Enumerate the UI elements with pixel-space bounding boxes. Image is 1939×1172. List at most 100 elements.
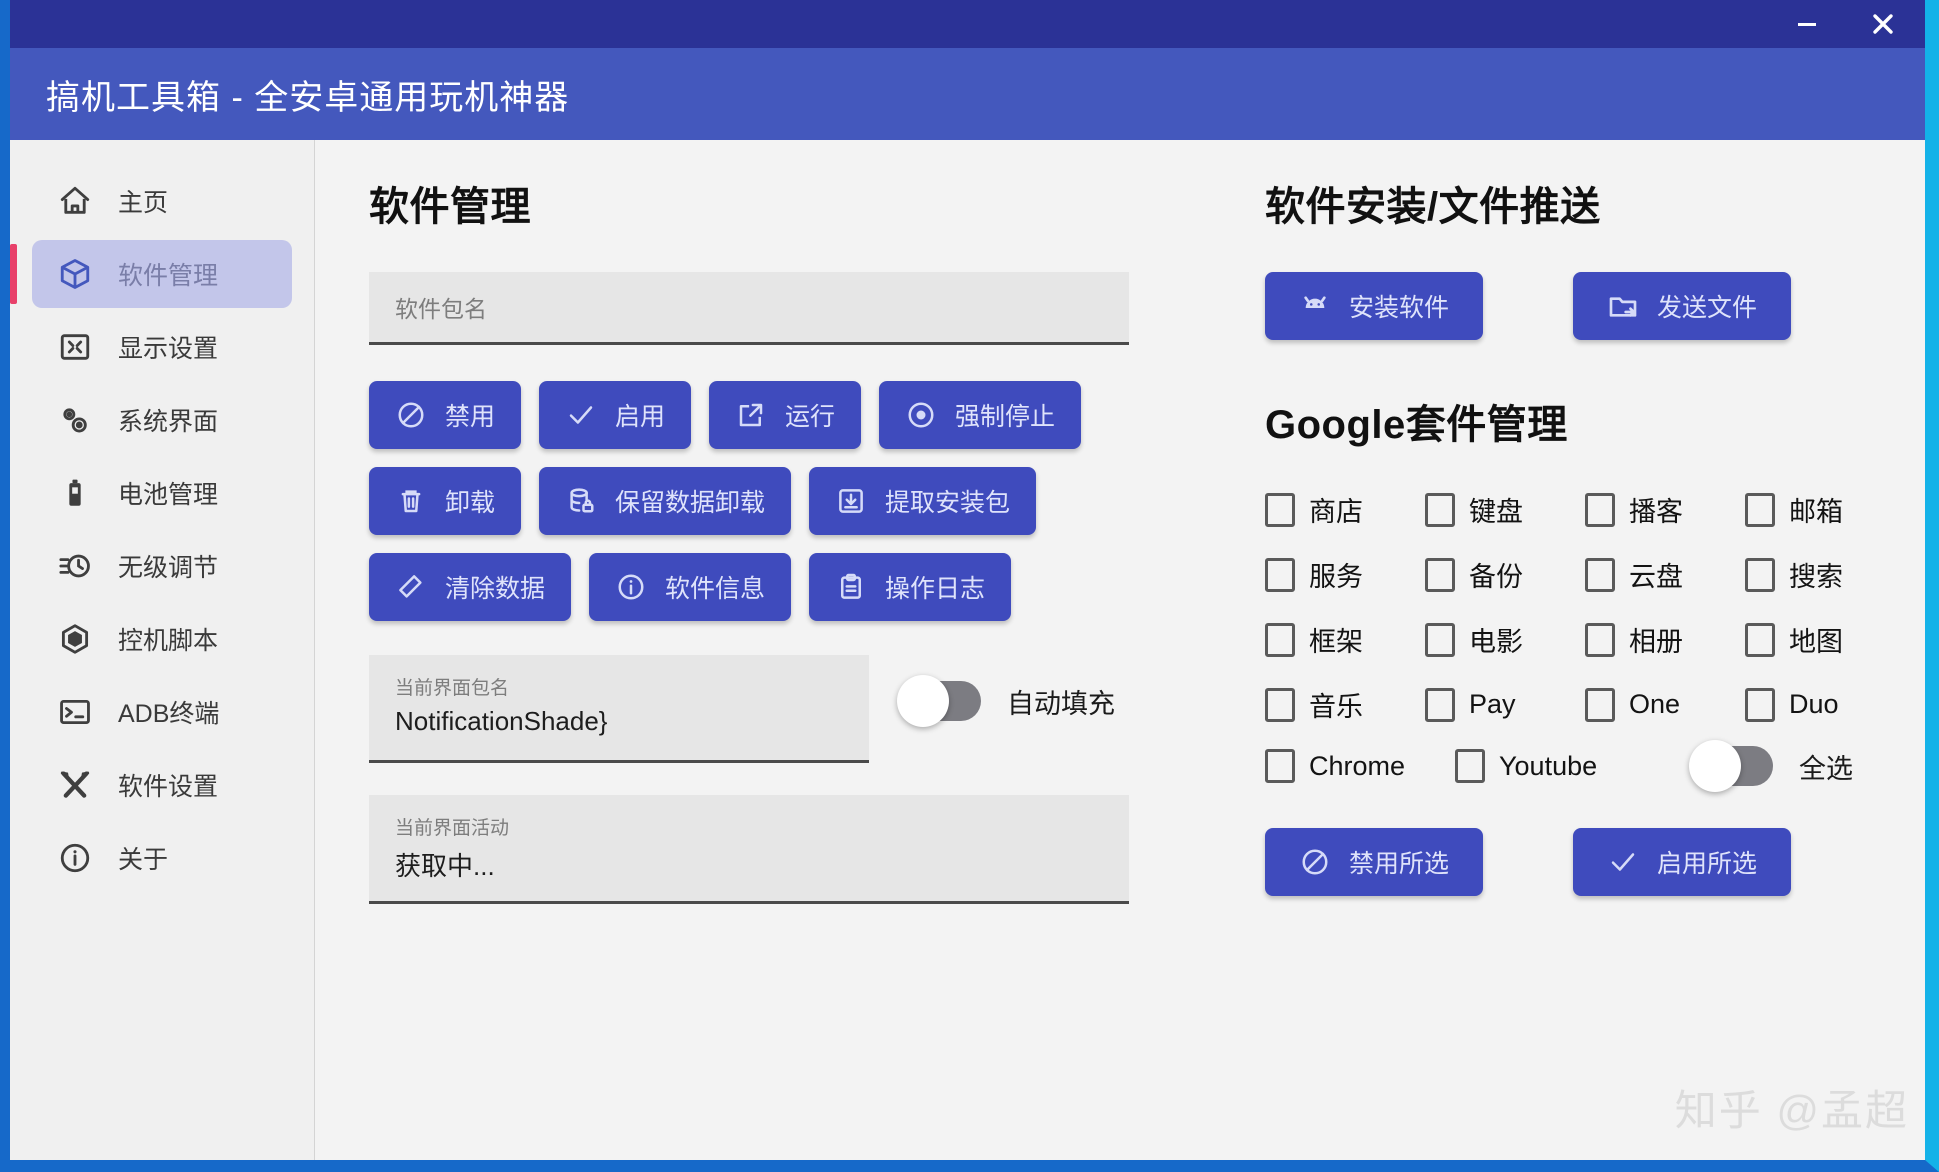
checkbox-label: Chrome <box>1309 750 1406 781</box>
current-activity-field[interactable]: 当前界面活动 获取中... <box>369 795 1129 904</box>
uninstall-button[interactable]: 卸载 <box>369 467 522 535</box>
sidebar-item-app-settings[interactable]: 软件设置 <box>32 751 292 819</box>
app-title: 搞机工具箱 - 全安卓通用玩机神器 <box>46 78 570 117</box>
sidebar-item-battery[interactable]: 电池管理 <box>32 459 292 527</box>
extract-apk-button[interactable]: 提取安装包 <box>809 467 1037 535</box>
autofill-toggle-label: 自动填充 <box>1007 688 1115 719</box>
watermark: 知乎 @孟超 <box>1674 1087 1909 1134</box>
sidebar-item-adb-terminal[interactable]: ADB终端 <box>32 678 292 746</box>
checkbox-movies[interactable]: 电影 <box>1425 620 1585 659</box>
title-bar: 搞机工具箱 - 全安卓通用玩机神器 <box>10 48 1925 140</box>
toggle-knob <box>1689 740 1741 792</box>
button-label: 操作日志 <box>885 575 986 603</box>
sidebar-item-label: 主页 <box>118 189 169 217</box>
check-icon <box>1607 846 1639 878</box>
sidebar-item-system-ui[interactable]: 系统界面 <box>32 386 292 454</box>
operation-log-button[interactable]: 操作日志 <box>809 553 1012 621</box>
sidebar-item-app-management[interactable]: 软件管理 <box>10 240 292 308</box>
current-package-field[interactable]: 当前界面包名 NotificationShade} <box>369 655 869 763</box>
display-icon <box>56 328 94 366</box>
clipboard-icon <box>835 571 867 603</box>
checkbox-maps[interactable]: 地图 <box>1745 620 1905 659</box>
ban-icon <box>1299 846 1331 878</box>
checkbox-box <box>1585 687 1615 722</box>
current-activity-label: 当前界面活动 <box>395 818 510 839</box>
gears-icon <box>56 401 94 439</box>
button-label: 保留数据卸载 <box>615 489 766 517</box>
app-management-panel: 软件管理 软件包名 禁用 启用 运行 强制停止 卸载 保留数据卸载 提取安装包 … <box>315 174 1195 1160</box>
sidebar-item-label: 系统界面 <box>118 408 219 436</box>
checkbox-label: 邮箱 <box>1789 497 1843 527</box>
install-app-button[interactable]: 安装软件 <box>1265 272 1484 340</box>
checkbox-framework[interactable]: 框架 <box>1265 620 1425 659</box>
google-suite-title: Google套件管理 <box>1265 403 1568 447</box>
sidebar-item-control-script[interactable]: 控机脚本 <box>32 605 292 673</box>
checkbox-label: 云盘 <box>1629 562 1683 592</box>
sidebar-item-label: 控机脚本 <box>118 627 219 655</box>
app-action-row-1: 禁用 启用 运行 强制停止 <box>369 381 1195 449</box>
sidebar-item-about[interactable]: 关于 <box>32 824 292 892</box>
checkbox-chrome[interactable]: Chrome <box>1265 749 1455 783</box>
select-all-toggle[interactable] <box>1689 740 1773 792</box>
force-stop-button[interactable]: 强制停止 <box>879 381 1082 449</box>
button-label: 运行 <box>785 403 836 431</box>
checkbox-label: 商店 <box>1309 497 1363 527</box>
checkbox-label: 键盘 <box>1469 497 1523 527</box>
checkbox-one[interactable]: One <box>1585 685 1745 724</box>
checkbox-label: 服务 <box>1309 562 1363 592</box>
button-label: 启用 <box>615 403 666 431</box>
external-link-icon <box>735 399 767 431</box>
sidebar: 主页 软件管理 显示设置 系统界面 电池管理 无级调节 控机脚本 ADB终端 软… <box>10 140 315 1160</box>
checkbox-label: 播客 <box>1629 497 1683 527</box>
clear-data-button[interactable]: 清除数据 <box>369 553 572 621</box>
autofill-toggle[interactable] <box>897 675 981 727</box>
sidebar-item-label: 无级调节 <box>118 554 219 582</box>
enable-selected-button[interactable]: 启用所选 <box>1573 828 1792 896</box>
disable-button[interactable]: 禁用 <box>369 381 522 449</box>
current-package-row: 当前界面包名 NotificationShade} 自动填充 <box>369 655 1195 763</box>
send-file-button[interactable]: 发送文件 <box>1573 272 1792 340</box>
google-suite-checkbox-grid: 商店 键盘 播客 邮箱 服务 备份 云盘 搜索 框架 电影 相册 地图 音乐 P… <box>1265 490 1905 724</box>
checkbox-box <box>1265 622 1295 657</box>
checkbox-box <box>1455 749 1485 783</box>
checkbox-box <box>1745 492 1775 527</box>
checkbox-drive[interactable]: 云盘 <box>1585 555 1745 594</box>
checkbox-youtube[interactable]: Youtube <box>1455 749 1685 783</box>
clock-slider-icon <box>56 547 94 585</box>
checkbox-backup[interactable]: 备份 <box>1425 555 1585 594</box>
sidebar-item-home[interactable]: 主页 <box>32 167 292 235</box>
button-label: 安装软件 <box>1349 294 1450 322</box>
checkbox-services[interactable]: 服务 <box>1265 555 1425 594</box>
checkbox-music[interactable]: 音乐 <box>1265 685 1425 724</box>
terminal-icon <box>56 693 94 731</box>
checkbox-podcast[interactable]: 播客 <box>1585 490 1745 529</box>
checkbox-box <box>1425 687 1455 722</box>
checkbox-duo[interactable]: Duo <box>1745 685 1905 724</box>
button-label: 清除数据 <box>445 575 546 603</box>
checkbox-search[interactable]: 搜索 <box>1745 555 1905 594</box>
close-button[interactable] <box>1863 4 1903 44</box>
checkbox-store[interactable]: 商店 <box>1265 490 1425 529</box>
run-button[interactable]: 运行 <box>709 381 862 449</box>
checkbox-box <box>1265 492 1295 527</box>
checkbox-label: 地图 <box>1789 627 1843 657</box>
current-activity-value: 获取中... <box>395 851 495 881</box>
hexagon-icon <box>56 620 94 658</box>
sidebar-item-display-settings[interactable]: 显示设置 <box>32 313 292 381</box>
app-info-button[interactable]: 软件信息 <box>589 553 792 621</box>
uninstall-keep-data-button[interactable]: 保留数据卸载 <box>539 467 792 535</box>
page-title: 软件管理 <box>369 185 531 229</box>
tools-icon <box>56 766 94 804</box>
checkbox-label: Pay <box>1469 689 1516 719</box>
app-action-row-2: 卸载 保留数据卸载 提取安装包 <box>369 467 1195 535</box>
checkbox-photos[interactable]: 相册 <box>1585 620 1745 659</box>
enable-button[interactable]: 启用 <box>539 381 692 449</box>
checkbox-keyboard[interactable]: 键盘 <box>1425 490 1585 529</box>
sidebar-item-stepless-adjust[interactable]: 无级调节 <box>32 532 292 600</box>
disable-selected-button[interactable]: 禁用所选 <box>1265 828 1484 896</box>
minimize-button[interactable] <box>1787 4 1827 44</box>
checkbox-box <box>1425 557 1455 592</box>
checkbox-mail[interactable]: 邮箱 <box>1745 490 1905 529</box>
package-name-input[interactable]: 软件包名 <box>369 272 1129 345</box>
checkbox-pay[interactable]: Pay <box>1425 685 1585 724</box>
